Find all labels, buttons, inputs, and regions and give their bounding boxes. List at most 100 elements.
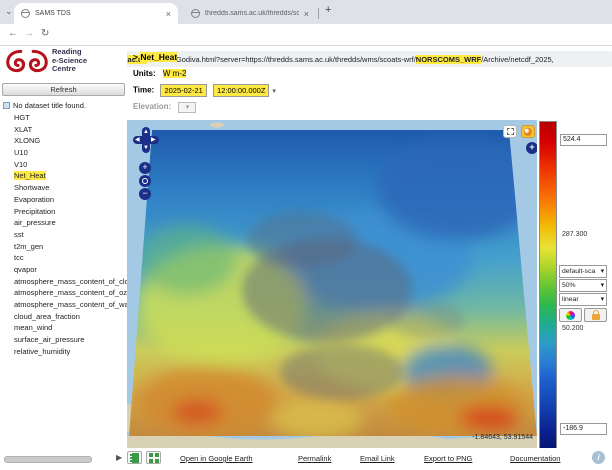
list-item[interactable]: relative_humidity — [0, 346, 127, 358]
list-item[interactable]: V10 — [0, 159, 127, 171]
list-item[interactable]: Evaporation — [0, 194, 127, 206]
list-item[interactable]: mean_wind — [0, 322, 127, 334]
pan-left-icon[interactable]: ◀ — [135, 137, 140, 143]
palette-wheel-button[interactable] — [559, 308, 582, 322]
color-scale-bar[interactable] — [539, 121, 557, 455]
animation-button[interactable] — [127, 451, 142, 464]
pan-up-icon[interactable]: ▲ — [143, 129, 149, 135]
units-label: Units: — [133, 69, 156, 78]
color-wheel-icon — [566, 311, 575, 320]
tab-strip: ⌄ SAMS TDS × thredds.sams.ac.uk/thredds/… — [0, 0, 612, 24]
list-item[interactable]: Precipitation — [0, 206, 127, 218]
time-select[interactable]: 12:00:00.000Z — [213, 84, 269, 97]
zoom-world-button[interactable] — [139, 175, 151, 187]
close-icon[interactable]: × — [166, 9, 171, 19]
elevation-row: Elevation: ▾ — [133, 102, 196, 113]
scale-buttons — [559, 308, 607, 322]
elevation-label: Elevation: — [133, 102, 171, 111]
email-link[interactable]: Email Link — [360, 454, 395, 463]
tab-favicon — [191, 9, 200, 18]
dashed-square-icon — [507, 128, 514, 135]
list-item[interactable]: qvapor — [0, 264, 127, 276]
list-item[interactable]: HGT — [0, 112, 127, 124]
export-png-link[interactable]: Export to PNG — [424, 454, 472, 463]
new-tab-button[interactable]: + — [325, 4, 331, 16]
tab-title: thredds.sams.ac.uk/thredds/screenshots/.… — [205, 10, 299, 17]
list-item[interactable]: XLAT — [0, 124, 127, 136]
scale-type-select[interactable]: linear▾ — [559, 293, 607, 306]
pan-right-icon[interactable]: ▶ — [151, 137, 156, 143]
palette-icon — [524, 128, 532, 136]
tab-screenshots[interactable]: thredds.sams.ac.uk/thredds/screenshots/.… — [184, 3, 316, 24]
close-icon[interactable]: × — [304, 9, 309, 19]
filmstrip-icon — [130, 453, 139, 463]
map-zoom-control: + − — [139, 162, 151, 201]
time-date-input[interactable]: 2025-02-21 — [160, 84, 206, 97]
map-pan-control[interactable]: ▲ ▼ ◀ ▶ — [133, 127, 159, 153]
list-item[interactable]: atmosphere_mass_content_of_ozon — [0, 287, 127, 299]
tree-node-icon — [3, 102, 10, 109]
map-visualization — [127, 120, 537, 448]
elevation-select: ▾ — [178, 102, 196, 113]
browser-window: ⌄ SAMS TDS × thredds.sams.ac.uk/thredds/… — [0, 0, 612, 470]
list-item[interactable]: U10 — [0, 147, 127, 159]
grid-icon — [149, 453, 159, 463]
tab-favicon — [21, 9, 30, 18]
browser-toolbar: ← → ↻ ⇅ thredds.sams.ac.uk/thredds/Godiv… — [0, 24, 612, 46]
list-item[interactable]: Shortwave — [0, 182, 127, 194]
back-icon[interactable]: ← — [8, 28, 18, 39]
list-item[interactable]: atmosphere_mass_content_of_wate — [0, 299, 127, 311]
zoom-out-button[interactable]: − — [139, 188, 151, 200]
chevron-down-icon: ▾ — [601, 267, 604, 275]
scale-upper-label: 287.300 — [562, 231, 587, 238]
globe-icon — [142, 178, 148, 184]
google-earth-link[interactable]: Open in Google Earth — [180, 454, 253, 463]
palette-select[interactable]: default-sca▾ — [559, 265, 607, 278]
tab-title: SAMS TDS — [35, 10, 161, 17]
dataset-tree-root[interactable]: No dataset title found. — [3, 101, 86, 110]
logo-text: Reading e-Science Centre — [52, 48, 87, 74]
lock-scale-button[interactable] — [584, 308, 607, 322]
basemap-palette-button[interactable] — [521, 125, 535, 138]
reload-icon[interactable]: ↻ — [41, 28, 49, 39]
units-value: W m-2 — [163, 69, 187, 78]
list-item[interactable]: cloud_area_fraction — [0, 311, 127, 323]
chevron-down-icon: ▾ — [272, 88, 276, 95]
lock-icon — [592, 314, 600, 320]
page-title: Net_Heat — [140, 52, 177, 62]
tab-search-chevron-icon[interactable]: ⌄ — [5, 6, 13, 17]
zoom-in-button[interactable]: + — [139, 162, 151, 174]
permalink-link[interactable]: Permalink — [298, 454, 331, 463]
layer-switcher-button[interactable]: + — [526, 142, 537, 154]
play-icon[interactable]: ▶ — [116, 453, 122, 462]
chevron-down-icon: ▾ — [601, 295, 604, 303]
list-item[interactable]: t2m_gen — [0, 241, 127, 253]
scale-lower-label: 50.200 — [562, 325, 583, 332]
resc-logo: Reading e-Science Centre — [5, 48, 87, 74]
list-item-selected[interactable]: Net_Heat — [0, 170, 127, 182]
units-row: Units: W m-2 — [133, 69, 186, 78]
pan-down-icon[interactable]: ▼ — [143, 145, 149, 151]
time-label: Time: — [133, 86, 154, 95]
scale-min-input[interactable]: -186.9 — [560, 423, 607, 435]
documentation-link[interactable]: Documentation — [510, 454, 560, 463]
layer-title: > Net_Heat — [133, 52, 177, 62]
list-item[interactable]: atmosphere_mass_content_of_cloud — [0, 276, 127, 288]
opacity-select[interactable]: 50%▾ — [559, 279, 607, 292]
refresh-button[interactable]: Refresh — [2, 83, 125, 96]
tab-sams-tds[interactable]: SAMS TDS × — [14, 3, 178, 24]
chevron-down-icon: ▾ — [601, 281, 604, 289]
info-icon[interactable]: i — [592, 451, 605, 464]
select-region-button[interactable] — [503, 125, 517, 138]
list-item[interactable]: air_pressure — [0, 217, 127, 229]
list-item[interactable]: sst — [0, 229, 127, 241]
map-canvas[interactable]: ▲ ▼ ◀ ▶ + − + -1.84643, 53.91544 — [127, 120, 537, 448]
url-path: /thredds/Godiva.html?server=https://thre… — [147, 55, 416, 64]
scale-max-input[interactable]: 524.4 — [560, 134, 607, 146]
forward-icon[interactable]: → — [24, 28, 34, 39]
list-item[interactable]: tcc — [0, 252, 127, 264]
multi-frame-button[interactable] — [146, 451, 161, 464]
list-item[interactable]: surface_air_pressure — [0, 334, 127, 346]
list-item[interactable]: XLONG — [0, 135, 127, 147]
time-scrubber[interactable] — [4, 456, 92, 463]
